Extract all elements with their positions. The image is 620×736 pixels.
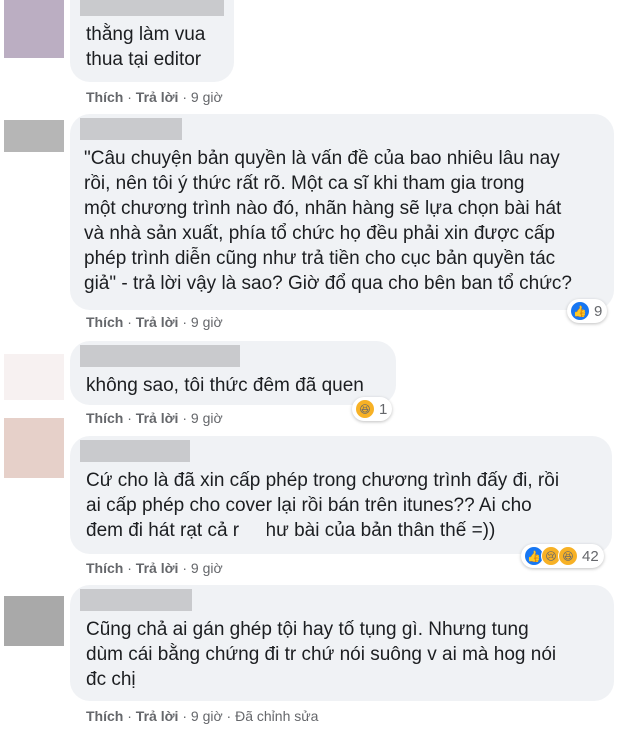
reply-link[interactable]: Trả lời bbox=[136, 708, 179, 724]
comment-bubble: "Câu chuyện bản quyền là vấn đề của bao … bbox=[70, 114, 614, 310]
reaction-count: 1 bbox=[379, 400, 388, 418]
reply-link[interactable]: Trả lời bbox=[136, 410, 179, 426]
reaction-summary[interactable]: 😆 1 bbox=[352, 397, 393, 421]
timestamp[interactable]: 9 giờ bbox=[191, 560, 223, 576]
like-link[interactable]: Thích bbox=[86, 410, 123, 426]
commenter-name-redacted[interactable] bbox=[80, 440, 190, 462]
haha-icon: 😆 bbox=[355, 399, 375, 419]
comment-bubble: thằng làm vua thua tại editor bbox=[70, 0, 234, 82]
reaction-summary[interactable]: 👍 😢 😆 42 bbox=[521, 544, 604, 568]
haha-icon: 😆 bbox=[558, 546, 578, 566]
comment-text: Cũng chả ai gán ghép tội hay tố tụng gì.… bbox=[86, 619, 557, 690]
comment-actions: Thích · Trả lời · 9 giờ bbox=[86, 410, 223, 426]
commenter-name-redacted[interactable] bbox=[80, 345, 240, 367]
comment-actions: Thích · Trả lời · 9 giờ bbox=[86, 89, 223, 105]
reaction-count: 42 bbox=[582, 547, 599, 565]
commenter-name-redacted[interactable] bbox=[80, 0, 224, 16]
comment-bubble: Cứ cho là đã xin cấp phép trong chương t… bbox=[70, 436, 612, 554]
comment-actions: Thích · Trả lời · 9 giờ · Đã chỉnh sửa bbox=[86, 708, 319, 724]
like-icon: 👍 bbox=[570, 301, 590, 321]
comment-bubble: không sao, tôi thức đêm đã quen bbox=[70, 341, 396, 405]
reaction-summary[interactable]: 👍 9 bbox=[567, 299, 608, 323]
avatar[interactable] bbox=[4, 354, 64, 400]
avatar[interactable] bbox=[4, 120, 64, 152]
commenter-name-redacted[interactable] bbox=[80, 118, 182, 140]
avatar[interactable] bbox=[4, 0, 64, 58]
like-link[interactable]: Thích bbox=[86, 89, 123, 105]
timestamp[interactable]: 9 giờ bbox=[191, 708, 223, 724]
comment-text: không sao, tôi thức đêm đã quen bbox=[86, 375, 364, 396]
edited-label[interactable]: Đã chỉnh sửa bbox=[235, 708, 318, 724]
avatar[interactable] bbox=[4, 596, 64, 646]
timestamp[interactable]: 9 giờ bbox=[191, 410, 223, 426]
like-link[interactable]: Thích bbox=[86, 708, 123, 724]
commenter-name-redacted[interactable] bbox=[80, 589, 192, 611]
comment-bubble: Cũng chả ai gán ghép tội hay tố tụng gì.… bbox=[70, 585, 614, 701]
reply-link[interactable]: Trả lời bbox=[136, 89, 179, 105]
like-link[interactable]: Thích bbox=[86, 314, 123, 330]
reaction-count: 9 bbox=[594, 302, 603, 320]
reply-link[interactable]: Trả lời bbox=[136, 560, 179, 576]
avatar[interactable] bbox=[4, 418, 64, 478]
timestamp[interactable]: 9 giờ bbox=[191, 314, 223, 330]
reply-link[interactable]: Trả lời bbox=[136, 314, 179, 330]
comment-text: Cứ cho là đã xin cấp phép trong chương t… bbox=[86, 470, 560, 541]
censor-mask bbox=[239, 520, 267, 544]
comment-actions: Thích · Trả lời · 9 giờ bbox=[86, 560, 223, 576]
comment-text: "Câu chuyện bản quyền là vấn đề của bao … bbox=[84, 148, 572, 294]
like-link[interactable]: Thích bbox=[86, 560, 123, 576]
timestamp[interactable]: 9 giờ bbox=[191, 89, 223, 105]
comment-actions: Thích · Trả lời · 9 giờ bbox=[86, 314, 223, 330]
comment-text: thằng làm vua thua tại editor bbox=[86, 24, 206, 70]
